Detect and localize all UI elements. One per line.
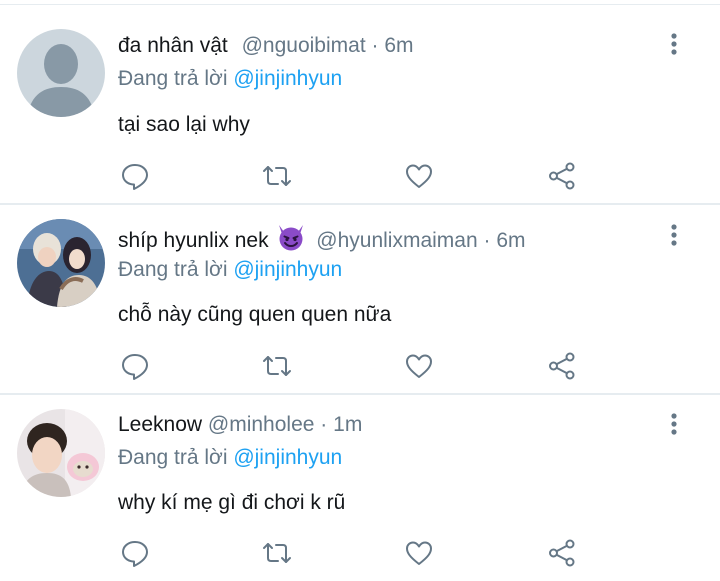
tweet-header: shíp hyunlix nek @hyunlixmaiman · 6m: [118, 223, 526, 258]
like-icon[interactable]: [404, 538, 434, 568]
tweet-header: Leeknow @minholee · 1m: [118, 412, 362, 438]
tweet-header: đa nhân vật @nguoibimat · 6m: [118, 33, 414, 59]
share-icon[interactable]: [547, 351, 577, 381]
reply-mention[interactable]: @jinjinhyun: [233, 258, 342, 281]
tweet-1[interactable]: đa nhân vật @nguoibimat · 6m Đang trả lờ…: [0, 0, 720, 204]
more-vertical-icon[interactable]: [664, 221, 684, 251]
replying-to: Đang trả lời @jinjinhyun: [118, 445, 342, 471]
reply-prefix: Đang trả lời: [118, 67, 228, 90]
retweet-icon[interactable]: [262, 351, 292, 381]
display-name[interactable]: Leeknow: [118, 413, 202, 436]
reply-mention[interactable]: @jinjinhyun: [233, 67, 342, 90]
timestamp[interactable]: 1m: [333, 413, 362, 436]
avatar-photo[interactable]: [17, 219, 105, 307]
photo-avatar-icon: [17, 219, 105, 307]
more-vertical-icon[interactable]: [664, 410, 684, 440]
reply-prefix: Đang trả lời: [118, 258, 228, 281]
like-icon[interactable]: [404, 161, 434, 191]
display-name[interactable]: đa nhân vật: [118, 34, 228, 57]
avatar-photo[interactable]: [17, 409, 105, 497]
reply-icon[interactable]: [120, 161, 150, 191]
handle[interactable]: @minholee: [208, 413, 315, 436]
reply-icon[interactable]: [120, 538, 150, 568]
action-bar: [0, 351, 720, 381]
share-icon[interactable]: [547, 538, 577, 568]
separator: ·: [371, 34, 379, 57]
default-avatar-icon: [17, 29, 105, 117]
tweet-text: chỗ này cũng quen quen nữa: [118, 303, 392, 326]
reply-mention[interactable]: @jinjinhyun: [233, 446, 342, 469]
action-bar: [0, 538, 720, 568]
action-bar: [0, 161, 720, 191]
retweet-icon[interactable]: [262, 538, 292, 568]
reply-prefix: Đang trả lời: [118, 446, 228, 469]
tweet-3[interactable]: Leeknow @minholee · 1m Đang trả lời @jin…: [0, 395, 720, 581]
tweet-2[interactable]: shíp hyunlix nek @hyunlixmaiman · 6m Đan…: [0, 205, 720, 395]
replying-to: Đang trả lời @jinjinhyun: [118, 66, 342, 92]
share-icon[interactable]: [547, 161, 577, 191]
separator: ·: [483, 229, 491, 252]
reply-icon[interactable]: [120, 351, 150, 381]
tweet-text: tại sao lại why: [118, 113, 250, 136]
photo-avatar-icon: [17, 409, 105, 497]
smiling-imp-emoji: [276, 223, 306, 258]
timestamp[interactable]: 6m: [384, 34, 413, 57]
display-name[interactable]: shíp hyunlix nek: [118, 229, 269, 252]
more-vertical-icon[interactable]: [664, 30, 684, 60]
retweet-icon[interactable]: [262, 161, 292, 191]
separator: ·: [320, 413, 328, 436]
replying-to: Đang trả lời @jinjinhyun: [118, 257, 342, 283]
avatar-default[interactable]: [17, 29, 105, 117]
tweet-text: why kí mẹ gì đi chơi k rũ: [118, 491, 346, 514]
handle[interactable]: @nguoibimat: [242, 34, 366, 57]
like-icon[interactable]: [404, 351, 434, 381]
timestamp[interactable]: 6m: [496, 229, 525, 252]
handle[interactable]: @hyunlixmaiman: [316, 229, 477, 252]
